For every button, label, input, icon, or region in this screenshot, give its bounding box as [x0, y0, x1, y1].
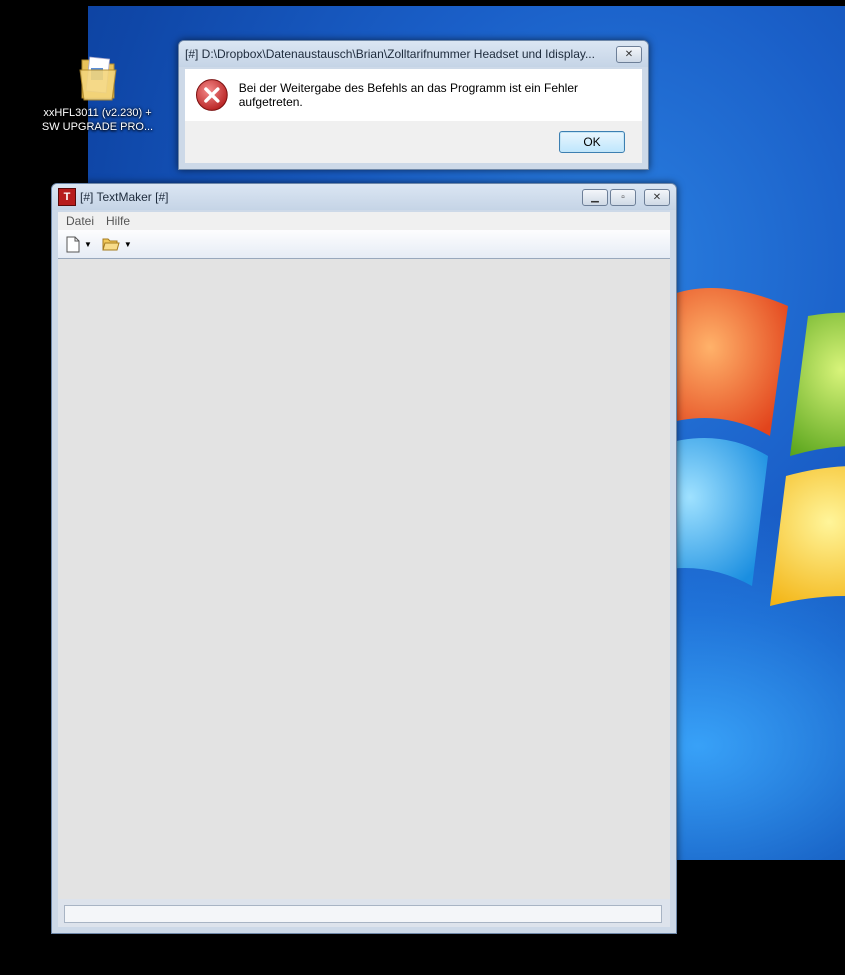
menubar: Datei Hilfe — [58, 212, 670, 230]
error-dialog-title: [#] D:\Dropbox\Datenaustausch\Brian\Zoll… — [185, 47, 595, 61]
error-dialog-close-button[interactable]: ✕ — [616, 45, 642, 63]
error-dialog: [#] D:\Dropbox\Datenaustausch\Brian\Zoll… — [178, 40, 649, 170]
error-dialog-titlebar[interactable]: [#] D:\Dropbox\Datenaustausch\Brian\Zoll… — [179, 41, 648, 67]
windows-logo — [658, 288, 845, 606]
new-document-button[interactable]: ▼ — [66, 236, 92, 253]
open-document-button[interactable]: ▼ — [102, 237, 132, 251]
error-icon — [195, 79, 228, 111]
textmaker-title: [#] TextMaker [#] — [80, 190, 169, 204]
error-message: Bei der Weitergabe des Befehls an das Pr… — [238, 81, 578, 109]
chevron-down-icon[interactable]: ▼ — [84, 240, 92, 249]
document-area[interactable] — [58, 259, 670, 899]
textmaker-titlebar[interactable]: T [#] TextMaker [#] ▁ ▫ ✕ — [52, 184, 676, 210]
minimize-button[interactable]: ▁ — [582, 188, 608, 206]
menu-hilfe[interactable]: Hilfe — [100, 214, 136, 228]
textmaker-window: T [#] TextMaker [#] ▁ ▫ ✕ Datei Hilfe ▼ — [51, 183, 677, 934]
status-field — [64, 905, 662, 923]
desktop-icon-label-line2: SW UPGRADE PRO... — [41, 121, 154, 133]
ok-button[interactable]: OK — [559, 131, 625, 153]
statusbar — [58, 899, 670, 927]
folder-icon — [78, 54, 118, 102]
new-document-icon — [66, 236, 80, 252]
menu-datei[interactable]: Datei — [60, 214, 100, 228]
maximize-button[interactable]: ▫ — [610, 188, 636, 206]
textmaker-app-icon: T — [58, 188, 76, 206]
close-button[interactable]: ✕ — [644, 188, 670, 206]
toolbar: ▼ ▼ — [58, 230, 670, 259]
open-folder-icon — [102, 238, 120, 251]
desktop-icon-label-line1: xxHFL3011 (v2.230) + — [43, 107, 152, 119]
chevron-down-icon[interactable]: ▼ — [124, 240, 132, 249]
desktop-icon-folder[interactable]: xxHFL3011 (v2.230) + SW UPGRADE PRO... — [35, 54, 160, 134]
